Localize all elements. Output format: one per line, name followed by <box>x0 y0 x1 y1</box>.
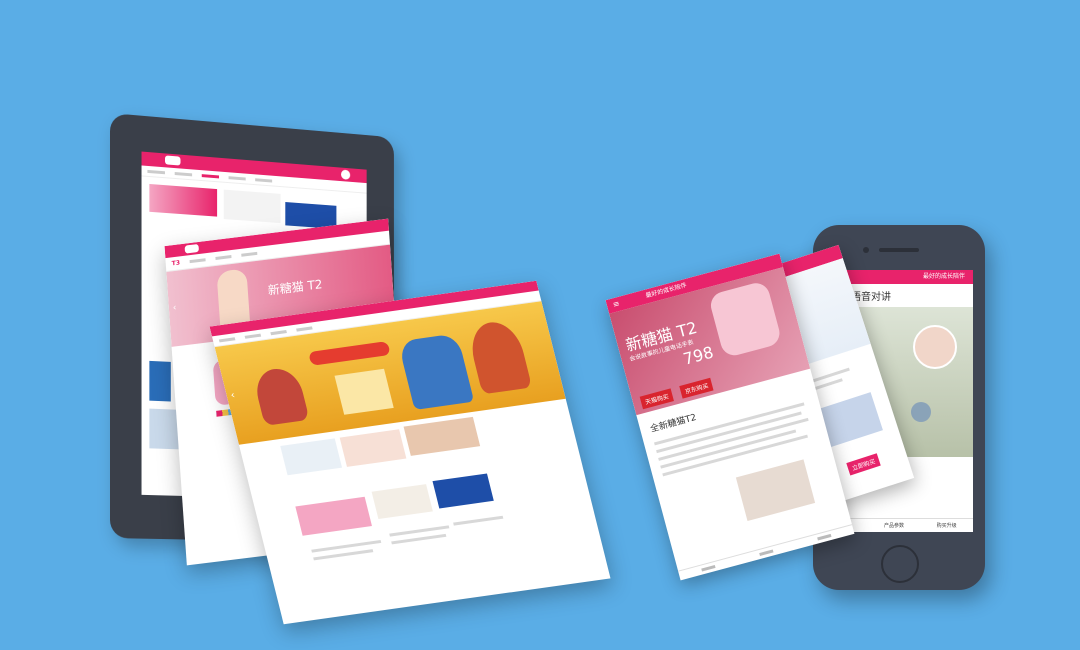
avatar <box>913 325 957 369</box>
nav-item[interactable] <box>241 251 258 257</box>
nav-item[interactable] <box>218 337 236 343</box>
tab-item[interactable] <box>701 564 716 572</box>
camera-icon <box>863 247 869 253</box>
arrow-left-icon[interactable]: ‹ <box>230 390 237 401</box>
arrow-left-icon[interactable]: ‹ <box>173 303 177 313</box>
cartoon-character <box>465 319 533 395</box>
nav-item[interactable] <box>215 254 232 260</box>
nav-item[interactable] <box>189 258 206 264</box>
watch-image <box>911 402 931 422</box>
webpage-cartoon: ‹ <box>209 280 611 625</box>
thumb-product[interactable] <box>280 438 343 476</box>
promo-thumb[interactable] <box>223 189 281 224</box>
hero-book <box>334 368 394 415</box>
side-thumb[interactable] <box>149 408 179 450</box>
nav-item-active[interactable] <box>201 174 220 179</box>
thumb-news-blue[interactable] <box>432 473 494 509</box>
text-line <box>453 515 504 526</box>
nav-item[interactable] <box>255 178 273 183</box>
thumb-news[interactable] <box>371 484 433 520</box>
tab-buy[interactable]: 购买升级 <box>937 522 957 529</box>
promo-thumb[interactable] <box>149 183 218 217</box>
tab-item[interactable] <box>759 549 774 556</box>
hero-title: 新糖猫 T2 <box>267 277 323 298</box>
side-thumb[interactable] <box>149 360 171 402</box>
tab-t3[interactable]: T3 <box>172 259 181 267</box>
cartoon-character <box>251 365 310 426</box>
text-line <box>391 533 447 545</box>
nav-item[interactable] <box>296 326 313 332</box>
logo-icon <box>164 155 181 166</box>
thumb-product[interactable] <box>339 429 407 467</box>
thumb-product[interactable] <box>403 416 481 456</box>
watch-image <box>707 280 783 359</box>
thumb-news[interactable] <box>295 496 372 536</box>
tab-item[interactable] <box>817 533 832 541</box>
tab-params[interactable]: 产品参数 <box>884 522 904 529</box>
speaker-grille <box>879 248 919 252</box>
nav-item[interactable] <box>174 172 193 177</box>
cartoon-character <box>397 333 475 410</box>
tmall-button[interactable]: 天猫购买 <box>639 388 674 410</box>
buy-button[interactable]: 立即购买 <box>846 453 881 476</box>
nav-item[interactable] <box>270 330 287 336</box>
family-photo <box>735 459 816 522</box>
logo-icon <box>184 243 200 254</box>
nav-item[interactable] <box>147 169 165 175</box>
user-icon[interactable] <box>341 169 351 180</box>
jd-button[interactable]: 京东购买 <box>679 377 714 399</box>
nav-item[interactable] <box>244 333 262 339</box>
home-button[interactable] <box>881 545 919 583</box>
nav-item[interactable] <box>228 176 246 181</box>
hero-banner-strip <box>308 341 391 366</box>
